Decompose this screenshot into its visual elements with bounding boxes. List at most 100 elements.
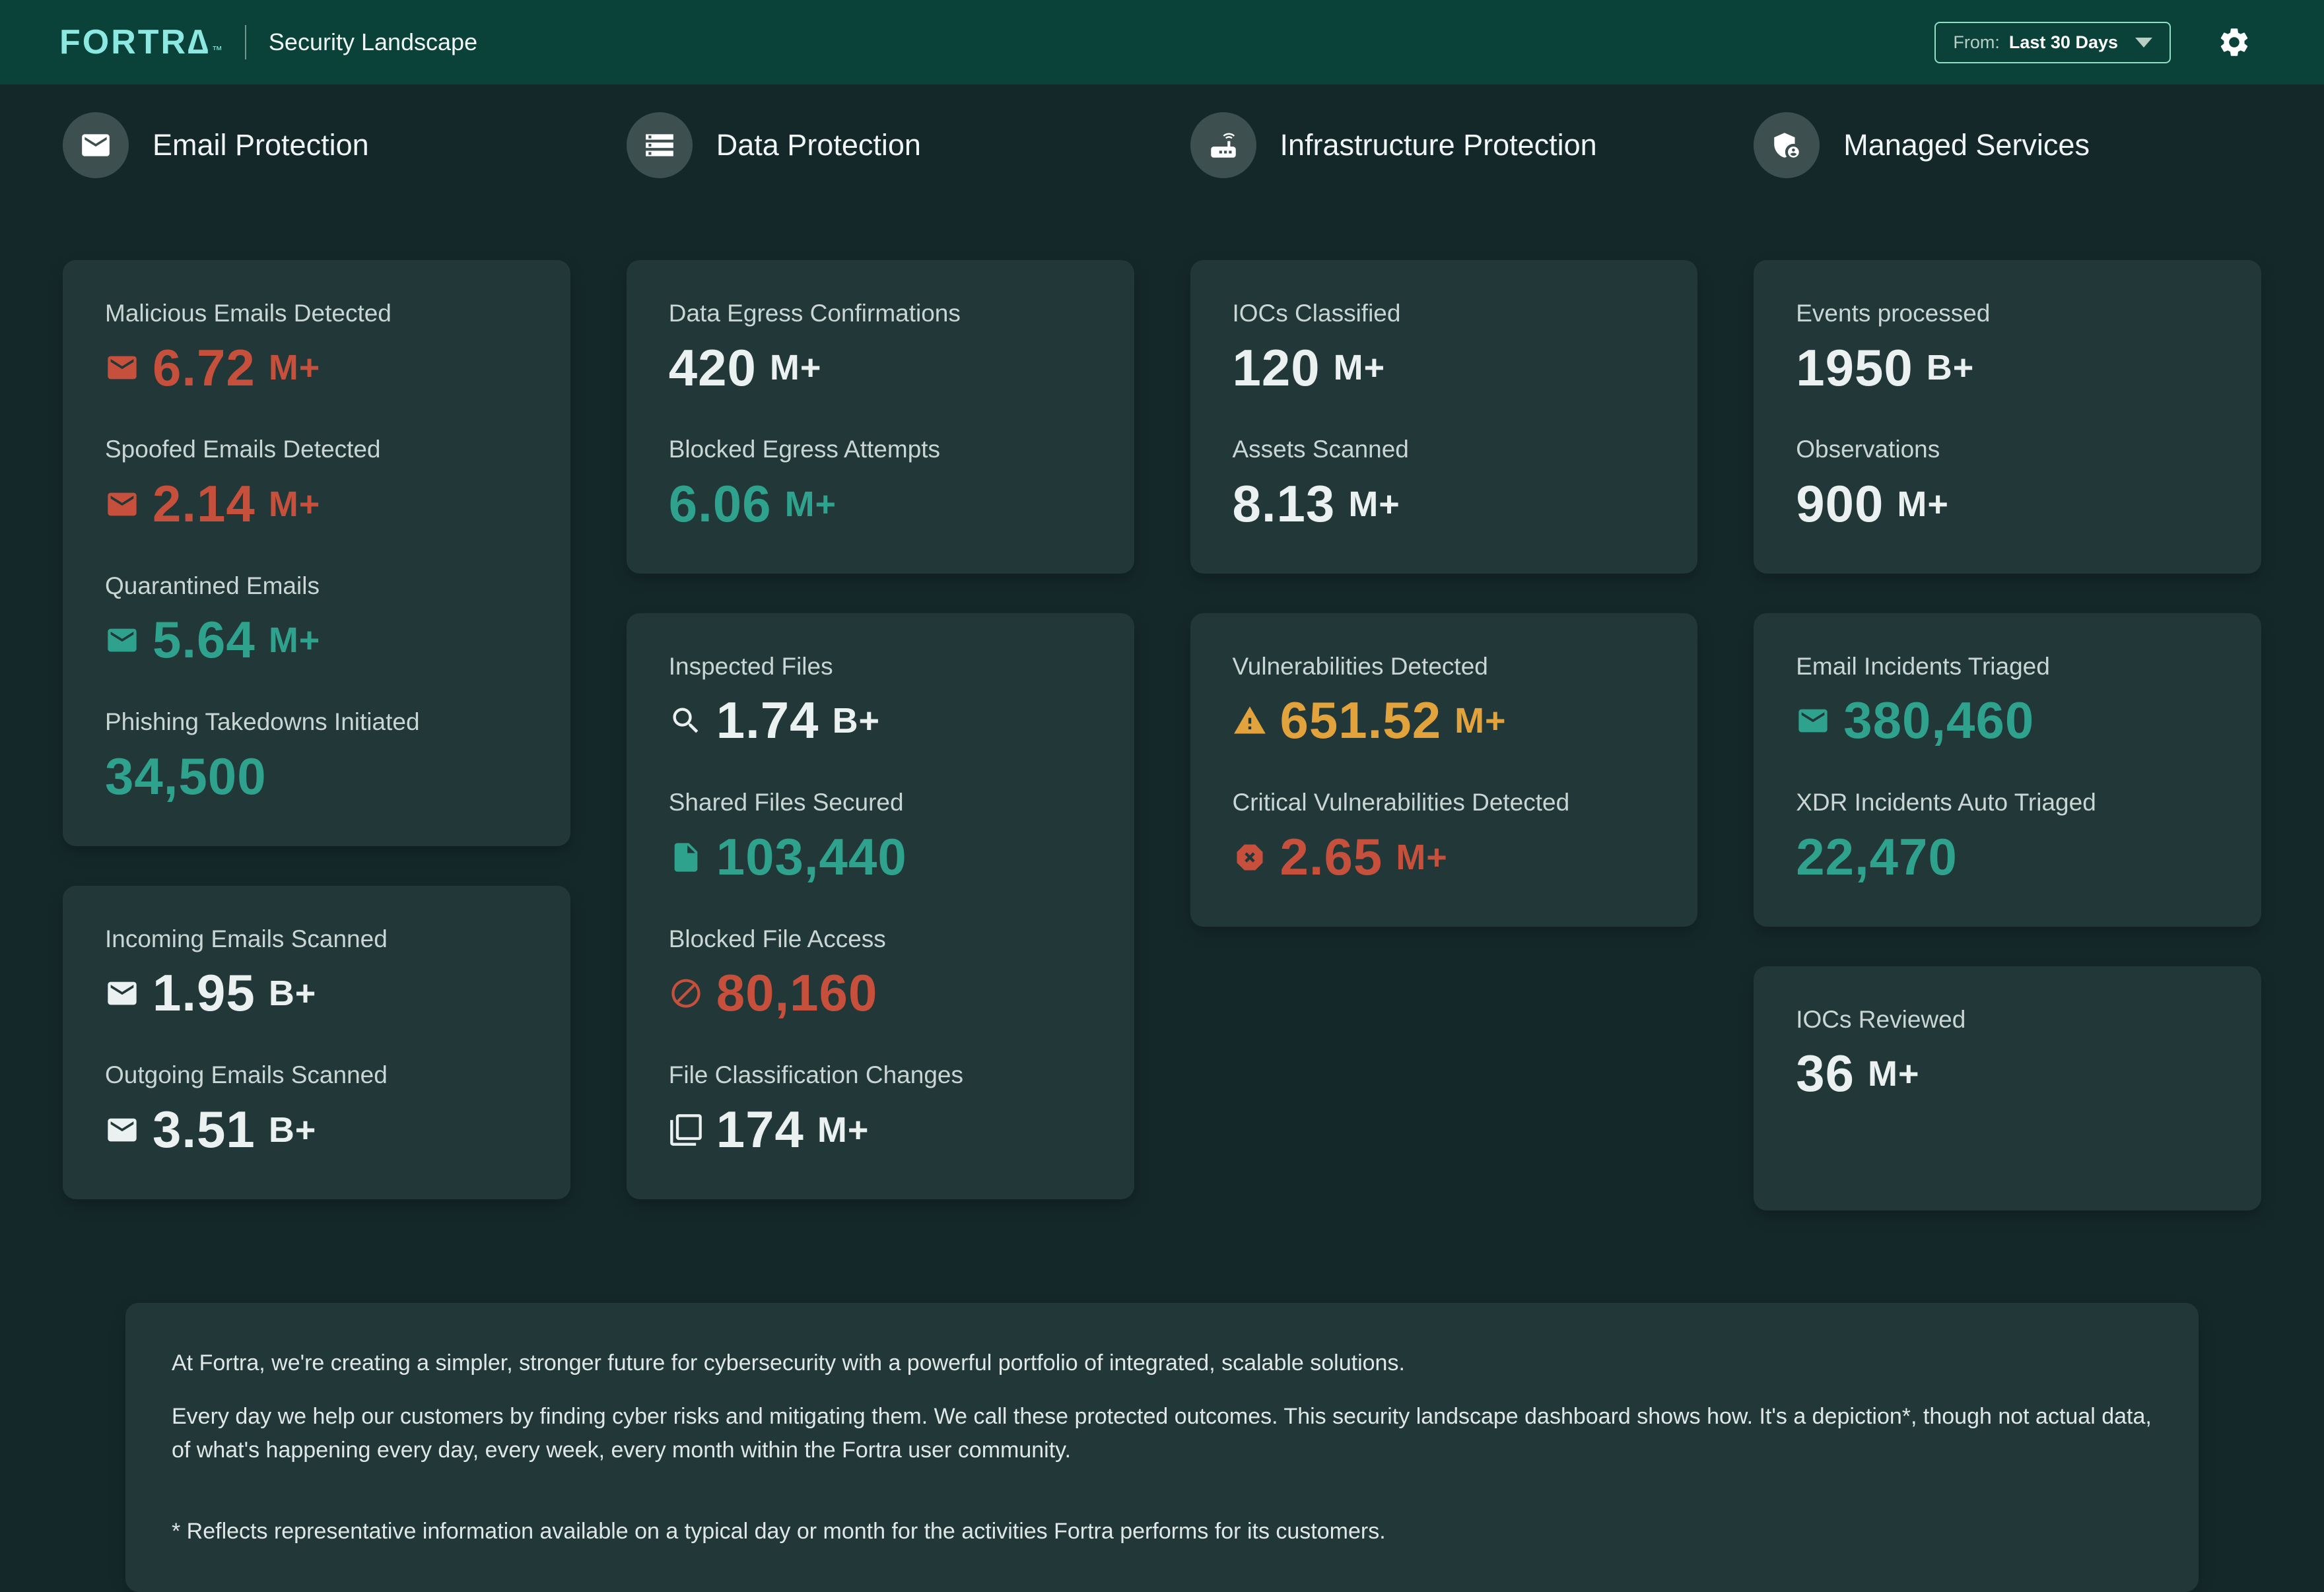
about-paragraph-1: At Fortra, we're creating a simpler, str…	[172, 1350, 1405, 1376]
metric: Blocked File Access 80,160	[669, 925, 1092, 1020]
metric-suffix: M+	[268, 620, 321, 661]
metric: Phishing Takedowns Initiated 34,500	[105, 708, 528, 803]
metric-number: 174	[716, 1100, 804, 1158]
column-data: Data Protection Data Egress Confirmation…	[626, 112, 1134, 1199]
fortra-logo: FORTR∆	[59, 23, 211, 61]
metric-card: Events processed 1950 B+ Observations 900 M+	[1754, 260, 2261, 574]
metric-label: Shared Files Secured	[668, 789, 904, 816]
metric-label: Assets Scanned	[1232, 436, 1409, 463]
metric-value: 6.72 M+	[105, 341, 528, 395]
metric-value: 651.52 M+	[1233, 694, 1656, 748]
mail-icon	[105, 976, 139, 1011]
metric-card: IOCs Reviewed 36 M+	[1754, 966, 2261, 1211]
date-range-value: Last 30 Days	[2008, 32, 2118, 52]
mail-icon	[105, 1113, 139, 1147]
dashboard: Email Protection Malicious Emails Detect…	[0, 84, 2324, 1592]
metric-label: Blocked File Access	[668, 925, 886, 952]
router-icon	[1190, 112, 1256, 178]
metric-suffix: M+	[817, 1110, 870, 1150]
divider	[244, 25, 246, 59]
copy-icon	[669, 1113, 703, 1147]
metric-value: 120 M+	[1233, 341, 1656, 395]
metric-label: Incoming Emails Scanned	[105, 925, 388, 952]
metric: Data Egress Confirmations 420 M+	[669, 300, 1092, 395]
metric: Spoofed Emails Detected 2.14 M+	[105, 436, 528, 531]
column-header: Email Protection	[63, 112, 570, 178]
metric-label: IOCs Reviewed	[1796, 1005, 1966, 1033]
metric-label: Vulnerabilities Detected	[1232, 652, 1488, 680]
metric-label: Malicious Emails Detected	[105, 300, 392, 327]
column-email: Email Protection Malicious Emails Detect…	[63, 112, 570, 1199]
metric: Outgoing Emails Scanned 3.51 B+	[105, 1061, 528, 1156]
metric-value: 34,500	[105, 746, 528, 805]
metric-value: 80,160	[669, 966, 1092, 1020]
page-title: Security Landscape	[268, 28, 478, 55]
metric-number: 6.72	[153, 338, 256, 397]
footnote: * Reflects representative information av…	[172, 1518, 1386, 1544]
date-range-dropdown[interactable]: From: Last 30 Days	[1934, 21, 2171, 63]
metric-label: XDR Incidents Auto Triaged	[1796, 789, 2096, 816]
storage-icon	[626, 112, 693, 178]
metric: Quarantined Emails 5.64 M+	[105, 572, 528, 667]
metric-label: Blocked Egress Attempts	[668, 436, 941, 463]
metric: Events processed 1950 B+	[1796, 300, 2219, 395]
mail-icon	[63, 112, 129, 178]
metric-value: 36 M+	[1796, 1046, 2219, 1101]
search-icon	[669, 704, 703, 738]
metric-card: IOCs Classified 120 M+ Assets Scanned 8.13 M+	[1190, 260, 1698, 574]
column-title: Infrastructure Protection	[1280, 128, 1597, 162]
metric-suffix: B+	[832, 701, 881, 741]
metric-number: 5.64	[153, 611, 256, 669]
topbar-actions: From: Last 30 Days	[1934, 21, 2251, 63]
mail-icon	[105, 350, 139, 385]
metric-card: Malicious Emails Detected 6.72 M+ Spoofed E…	[63, 260, 570, 846]
metric-card: Vulnerabilities Detected 651.52 M+ Critical…	[1190, 613, 1698, 927]
metric-value: 380,460	[1796, 694, 2219, 748]
metric-suffix: M+	[1897, 484, 1949, 524]
column-title: Email Protection	[153, 128, 369, 162]
metric-suffix: M+	[268, 348, 321, 388]
column-header: Data Protection	[626, 112, 1134, 178]
metric-value: 22,470	[1796, 830, 2219, 884]
metric: Shared Files Secured 103,440	[669, 789, 1092, 884]
metric-label: File Classification Changes	[668, 1061, 964, 1089]
warning-icon	[1233, 704, 1267, 738]
metric-suffix: M+	[1454, 701, 1507, 741]
metric-label: Data Egress Confirmations	[668, 300, 961, 327]
metric-value: 3.51 B+	[105, 1102, 528, 1157]
top-bar: FORTR∆ ™ Security Landscape From: Last 3…	[0, 0, 2324, 84]
metric-value: 6.06 M+	[669, 477, 1092, 531]
metric-number: 380,460	[1843, 691, 2035, 750]
metric-number: 1950	[1796, 338, 1913, 397]
metric-number: 8.13	[1232, 474, 1336, 533]
metric-number: 900	[1796, 474, 1884, 533]
metric-value: 1.95 B+	[105, 966, 528, 1020]
metric-suffix: M+	[1348, 484, 1400, 524]
metric: Vulnerabilities Detected 651.52 M+	[1233, 653, 1656, 748]
gear-icon[interactable]	[2217, 25, 2251, 59]
metric: IOCs Classified 120 M+	[1233, 300, 1656, 395]
metric-label: Email Incidents Triaged	[1796, 652, 2050, 680]
mail-icon	[105, 487, 139, 521]
column-header: Managed Services	[1754, 112, 2261, 178]
metric-label: Critical Vulnerabilities Detected	[1232, 789, 1570, 816]
metric-number: 6.06	[668, 474, 772, 533]
metric: Assets Scanned 8.13 M+	[1233, 436, 1656, 531]
metric: Critical Vulnerabilities Detected 2.65 M+	[1233, 789, 1656, 884]
metric: Malicious Emails Detected 6.72 M+	[105, 300, 528, 395]
metric-suffix: M+	[769, 348, 822, 388]
metric-number: 34,500	[105, 746, 267, 805]
file-icon	[669, 840, 703, 875]
metric-columns: Email Protection Malicious Emails Detect…	[63, 112, 2261, 1211]
column-title: Managed Services	[1843, 128, 2090, 162]
metric-label: Outgoing Emails Scanned	[105, 1061, 388, 1089]
trademark-mark: ™	[211, 45, 222, 56]
date-range-label: From:	[1953, 32, 2000, 52]
metric: Blocked Egress Attempts 6.06 M+	[669, 436, 1092, 531]
dangerous-icon	[1233, 840, 1267, 875]
metric-suffix: B+	[268, 974, 317, 1014]
metric-label: Observations	[1796, 436, 1940, 463]
metric-label: Spoofed Emails Detected	[105, 436, 381, 463]
metric-suffix: M+	[1333, 348, 1386, 388]
metric: Email Incidents Triaged 380,460	[1796, 653, 2219, 748]
